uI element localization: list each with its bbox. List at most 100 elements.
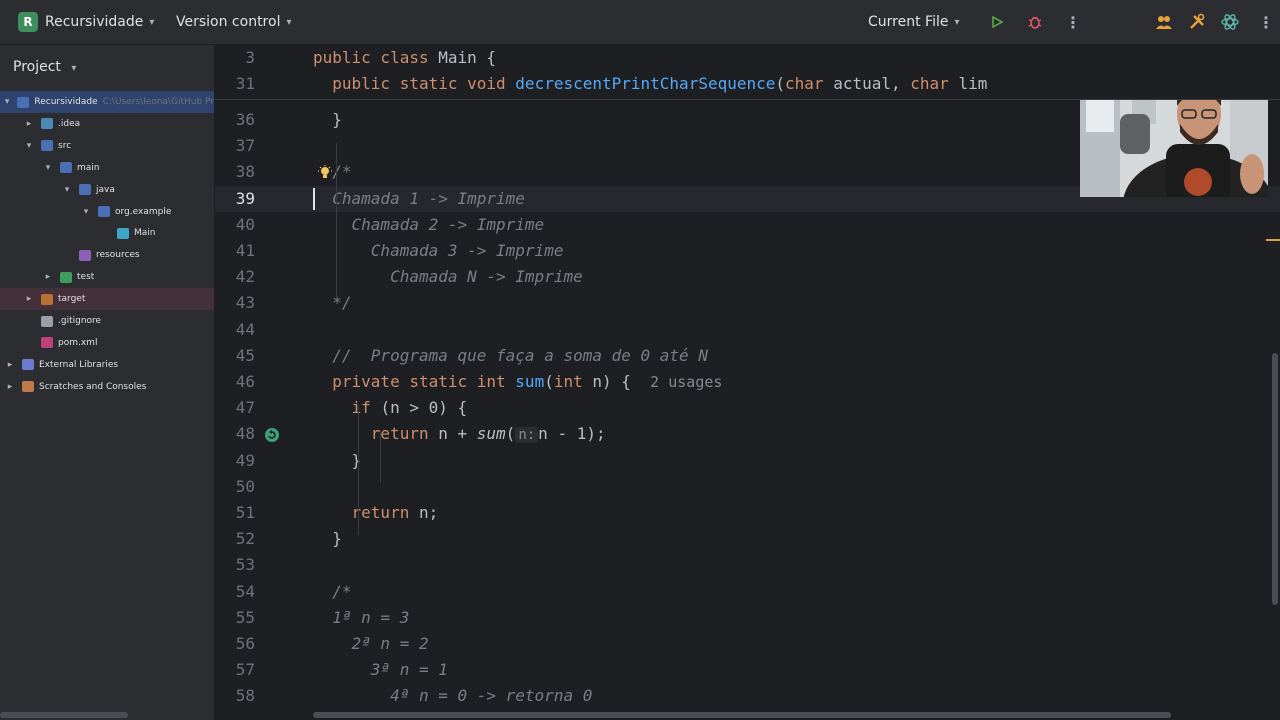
build-tools-icon[interactable] [1187,12,1207,32]
project-panel-title[interactable]: Project ▾ [13,59,76,75]
code-token: */ [313,293,352,313]
chevron-right-icon[interactable]: ▸ [23,119,35,129]
scratches-icon [22,381,34,393]
editor-vertical-scrollbar[interactable] [1272,353,1278,605]
line-number: 40 [235,214,255,234]
chevron-down-icon: ▾ [286,16,292,28]
tree-item[interactable]: ▸ .idea [0,113,214,135]
tree-item[interactable]: ▾ main [0,157,214,179]
tree-item-label: .idea [58,118,81,129]
class-icon [117,227,129,239]
project-panel-title-label: Project [13,59,61,75]
chevron-down-icon[interactable]: ▾ [80,207,92,217]
tree-item[interactable]: ▾ src [0,135,214,157]
project-badge: R [18,12,38,32]
sticky-code-line[interactable]: 3 public class Main { [215,45,1280,71]
tree-item[interactable]: Main [0,222,214,244]
code-line[interactable]: 45 // Programa que faça a soma de 0 até … [215,343,1280,369]
intention-bulb-icon[interactable] [317,165,333,181]
code-token: ( [775,74,786,93]
code-line[interactable]: 57 3ª n = 1 [215,657,1280,683]
chevron-down-icon[interactable]: ▾ [23,141,35,151]
code-line[interactable]: 43 */ [215,290,1280,316]
folder-source-icon [79,184,91,196]
code-line[interactable]: 47 if (n > 0) { [215,395,1280,421]
chevron-down-icon[interactable]: ▾ [42,163,54,173]
code-text: public static void decrescentPrintCharSe… [313,71,987,97]
code-line[interactable]: 58 4ª n = 0 -> retorna 0 [215,683,1280,709]
line-number: 46 [235,372,255,391]
tree-item-label: target [58,294,86,305]
code-text: 3ª n = 1 [313,657,448,683]
tree-item[interactable]: ▸ Scratches and Consoles [0,376,214,398]
line-number: 57 [235,660,255,680]
ai-assistant-icon[interactable] [1220,12,1240,32]
chevron-down-icon: ▾ [954,16,960,28]
code-token: Main { [438,48,497,67]
code-token: n; [418,503,439,522]
chevron-right-icon[interactable]: ▸ [23,294,35,304]
code-line[interactable]: 46 private static int sum(int n) { 2 usa… [215,369,1280,395]
tree-item-label: Scratches and Consoles [39,381,147,392]
tree-item[interactable]: .gitignore [0,310,214,332]
chevron-down-icon[interactable]: ▾ [3,97,12,107]
folder-icon [60,162,72,174]
code-line[interactable]: 41 Chamada 3 -> Imprime [215,238,1280,264]
usages-hint[interactable]: 2 usages [650,373,722,391]
more-actions-icon[interactable]: ⋮ [1063,12,1083,32]
code-line[interactable]: 55 1ª n = 3 [215,605,1280,631]
code-line[interactable]: 53 [215,552,1280,578]
code-line[interactable]: 44 [215,317,1280,343]
parameter-name-hint: n: [515,427,539,444]
tree-item-label: .gitignore [58,316,102,326]
sticky-code-line[interactable]: 31 public static void decrescentPrintCha… [215,71,1280,97]
tree-item-label: External Libraries [39,359,119,370]
project-panel: Project ▾ ▾ Recursividade C:\Users\leona\G… [0,45,215,720]
tree-item[interactable]: ▸ target [0,288,214,311]
line-number: 52 [235,529,255,549]
tree-item[interactable]: pom.xml [0,332,214,354]
debug-icon[interactable] [1025,12,1045,32]
line-number: 37 [235,136,255,156]
code-token: ( [505,424,516,444]
version-control-menu[interactable]: Version control ▾ [176,0,292,44]
tree-item[interactable]: resources [0,244,214,266]
run-config-selector[interactable]: Current File ▾ [868,0,960,44]
code-line[interactable]: 42 Chamada N -> Imprime [215,264,1280,290]
tree-item-label: Recursividade [34,97,98,107]
code-line[interactable]: 56 2ª n = 2 [215,631,1280,657]
code-with-me-icon[interactable] [1154,12,1174,32]
tree-item[interactable]: ▾ java [0,179,214,201]
tree-item-label: Main [134,228,156,239]
code-line[interactable]: 54 /* [215,579,1280,605]
editor-horizontal-scrollbar[interactable] [313,712,1171,718]
tree-item[interactable]: ▾ Recursividade C:\Users\leona\GitHub Pr [0,91,214,113]
settings-menu-icon[interactable]: ⋮ [1256,12,1276,32]
chevron-right-icon[interactable]: ▸ [42,272,54,282]
code-line[interactable]: 48 return n + sum(n: n - 1); [215,421,1280,447]
tree-item-label: java [96,184,115,195]
warning-stripe-marker[interactable] [1266,239,1280,241]
code-token: n - 1); [538,424,606,444]
tree-item-label: org.example [115,206,172,217]
code-line[interactable]: 50 [215,474,1280,500]
code-text: } [313,107,342,133]
tree-item[interactable]: ▸ test [0,266,214,288]
project-switcher[interactable]: R Recursividade ▾ [18,0,154,44]
tree-item[interactable]: ▸ External Libraries [0,354,214,376]
maven-icon [41,337,53,349]
run-icon[interactable] [987,12,1007,32]
tree-item-label: resources [96,250,140,261]
text-caret [313,188,315,210]
code-line[interactable]: 52 } [215,526,1280,552]
code-line[interactable]: 51 return n; [215,500,1280,526]
chevron-right-icon[interactable]: ▸ [4,382,16,392]
panel-horizontal-scrollbar[interactable] [0,712,128,718]
code-line[interactable]: 49 } [215,448,1280,474]
recursive-call-icon[interactable] [264,427,280,443]
tree-item[interactable]: ▾ org.example [0,201,214,223]
chevron-down-icon[interactable]: ▾ [61,185,73,195]
chevron-right-icon[interactable]: ▸ [4,360,16,370]
line-number: 43 [235,293,255,313]
code-line[interactable]: 40 Chamada 2 -> Imprime [215,212,1280,238]
